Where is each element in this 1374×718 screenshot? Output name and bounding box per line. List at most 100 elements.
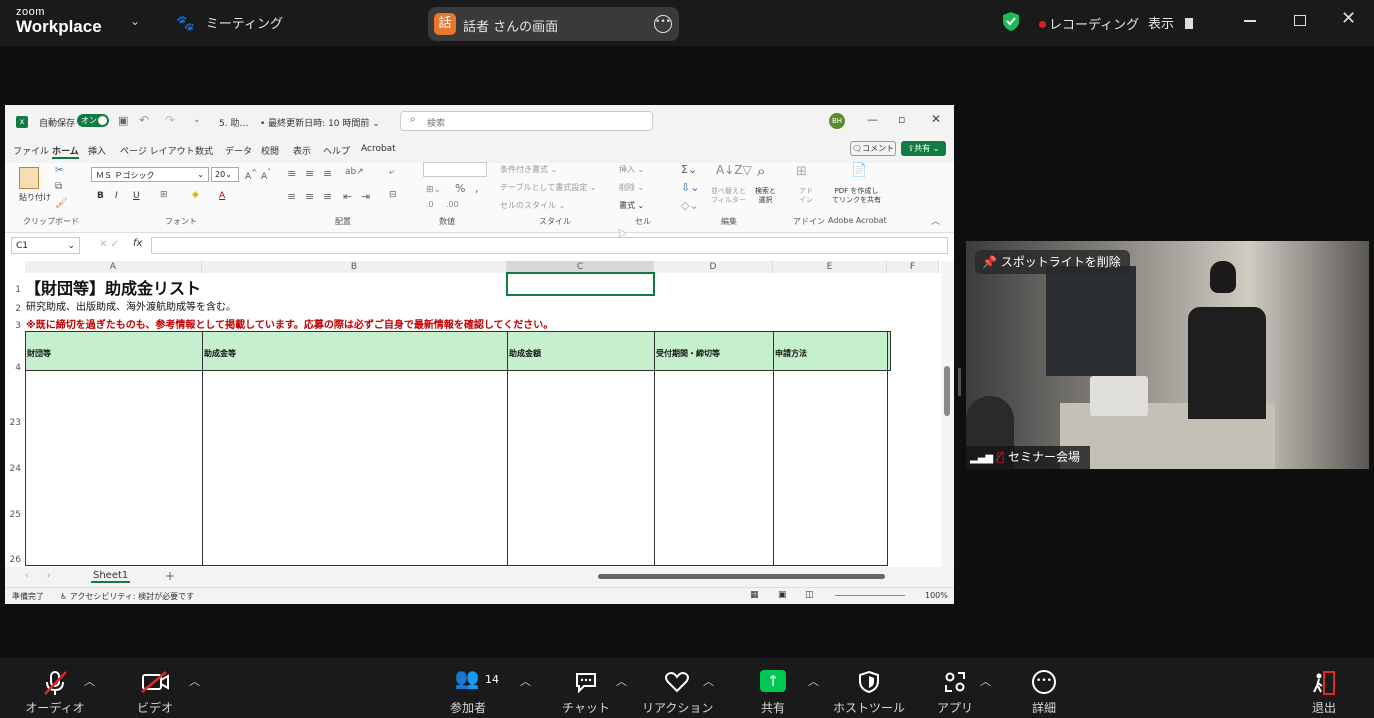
video-button[interactable]: ビデオ [124,658,186,718]
chevron-down-icon[interactable]: ⌄ [130,14,140,28]
tab-file[interactable]: ファイル [13,144,49,157]
header-amount[interactable]: 助成金額 [509,348,541,359]
decrease-decimal-icon[interactable]: .00 [446,200,459,209]
security-shield-icon[interactable] [1002,11,1020,32]
screen-share-pill[interactable]: 話 話者 さんの画面 ••• [428,7,679,41]
sheet-title-cell[interactable]: 【財団等】助成金リスト [25,275,201,299]
clear-icon[interactable]: ◇⌄ [681,199,699,212]
format-cells-button[interactable]: 書式 ⌄ [619,200,644,211]
minimize-icon[interactable] [1244,20,1256,22]
normal-view-icon[interactable]: ▦ [750,590,759,600]
zoom-slider[interactable] [835,595,905,596]
column-header-d[interactable]: D [654,261,773,273]
number-format-select[interactable] [423,162,487,177]
share-options-chevron-icon[interactable]: ︿ [808,673,819,689]
reactions-button[interactable]: リアクション [642,658,713,718]
share-screen-button[interactable]: ↑ 共有 [750,658,796,718]
increase-indent-icon[interactable]: ⇥ [361,190,370,203]
chat-options-chevron-icon[interactable]: ︿ [616,673,627,689]
align-middle-icon[interactable]: ≡ [305,167,314,180]
cell-styles-button[interactable]: セルのスタイル ⌄ [500,200,565,211]
sheet-tab[interactable]: Sheet1 [91,570,131,583]
delete-cells-button[interactable]: 削除 ⌄ [619,182,644,193]
column-header-b[interactable]: B [202,261,507,273]
autosum-icon[interactable]: Σ⌄ [681,163,697,176]
comment-button[interactable]: 🗨コメント [850,141,896,156]
row-header-4[interactable]: 4 [5,363,24,373]
addins-icon[interactable]: ⊞ [796,164,807,179]
cancel-entry-icon[interactable]: ✕ ✓ [99,239,119,250]
tab-data[interactable]: データ [225,144,252,157]
paste-icon[interactable] [19,167,39,189]
borders-icon[interactable]: ⊞ [160,190,168,200]
add-sheet-icon[interactable]: + [165,569,175,583]
tab-help[interactable]: ヘルプ [323,144,350,157]
horizontal-scrollbar[interactable] [598,574,885,579]
page-break-view-icon[interactable]: ◫ [805,590,814,600]
fill-icon[interactable]: ⇩⌄ [681,181,699,194]
row-header-1[interactable]: 1 [5,285,24,295]
row-header-23[interactable]: 23 [5,418,24,428]
conditional-format-button[interactable]: 条件付き書式 ⌄ [500,164,557,175]
excel-restore-icon[interactable]: ▫ [898,113,905,126]
header-grant[interactable]: 助成金等 [204,348,236,359]
prev-sheet-icon[interactable]: ‹ [25,571,29,581]
tab-review[interactable]: 校閲 [261,144,279,157]
user-avatar[interactable]: BH [829,113,845,129]
tab-page-layout[interactable]: ページ レイアウト [120,144,195,157]
insert-cells-button[interactable]: 挿入 ⌄ [619,164,644,175]
more-button[interactable]: ••• 詳細 [1022,658,1066,718]
find-select-icon[interactable]: ⌕ [757,162,765,180]
leave-button[interactable]: 退出 [1300,658,1348,718]
header-deadline[interactable]: 受付期間・締切等 [656,348,720,359]
row-header-3[interactable]: 3 [5,321,24,331]
paste-label[interactable]: 貼り付け [19,192,51,203]
fill-color-icon[interactable]: ◈ [192,190,199,200]
header-application[interactable]: 申請方法 [775,348,807,359]
formula-input[interactable] [151,237,948,254]
warning-cell[interactable]: ※既に締切を過ぎたものも、参考情報として掲載しています。応募の際は必ずご自身で最… [26,316,553,331]
apps-options-chevron-icon[interactable]: ︿ [980,673,991,689]
column-header-a[interactable]: A [25,261,202,273]
grow-font-icon[interactable]: A^ [245,168,257,182]
sort-filter-icon[interactable]: A↓Z▽ [716,163,752,177]
pdf-icon[interactable]: 📄 [851,163,867,178]
undo-icon[interactable]: ↶ [139,113,149,127]
font-name-select[interactable]: ＭＳ Ｐゴシック ⌄ [91,167,209,182]
chat-button[interactable]: チャット [560,658,612,718]
more-options-icon[interactable]: ••• [654,15,672,33]
font-size-select[interactable]: 20⌄ [211,167,239,182]
last-saved[interactable]: • 最終更新日時: 10 時間前 ⌄ [260,116,380,129]
participants-button[interactable]: 👥 14 参加者 [440,658,499,718]
redo-icon[interactable]: ↷ [165,113,175,127]
header-foundation[interactable]: 財団等 [27,348,51,359]
page-layout-view-icon[interactable]: ▣ [778,590,787,600]
align-right-icon[interactable]: ≡ [323,190,332,203]
autosave-toggle[interactable]: オン [77,114,109,127]
next-sheet-icon[interactable]: › [47,571,51,581]
close-icon[interactable]: ✕ [1341,8,1356,29]
scrollbar-thumb[interactable] [944,366,950,416]
row-header-26[interactable]: 26 [5,555,24,565]
cut-icon[interactable]: ✂ [55,165,63,176]
vertical-scrollbar[interactable] [941,261,954,567]
italic-icon[interactable]: I [115,191,118,201]
reactions-options-chevron-icon[interactable]: ︿ [703,673,714,689]
meeting-menu[interactable]: 🐾 ミーティング [176,13,283,32]
increase-decimal-icon[interactable]: .0 [426,200,434,209]
orientation-icon[interactable]: ab↗ [345,167,364,177]
format-as-table-button[interactable]: テーブルとして書式設定 ⌄ [500,182,597,193]
accounting-icon[interactable]: ⊞⌄ [426,185,441,195]
tab-home[interactable]: ホーム [52,144,79,159]
accessibility-status[interactable]: ♿ アクセシビリティ: 検討が必要です [60,591,194,602]
search-input[interactable]: ⌕ 検索 [400,111,653,131]
merge-icon[interactable]: ⊟ [389,190,397,200]
share-button[interactable]: ⇪共有 ⌄ [901,141,946,156]
qat-chevron-icon[interactable]: ⌄ [193,115,201,125]
insert-function-icon[interactable]: fx [133,238,142,249]
tab-view[interactable]: 表示 [293,144,311,157]
align-left-icon[interactable]: ≡ [287,190,296,203]
align-bottom-icon[interactable]: ≡ [323,167,332,180]
zoom-level[interactable]: 100% [925,591,948,600]
audio-button[interactable]: オーディオ [22,658,88,718]
